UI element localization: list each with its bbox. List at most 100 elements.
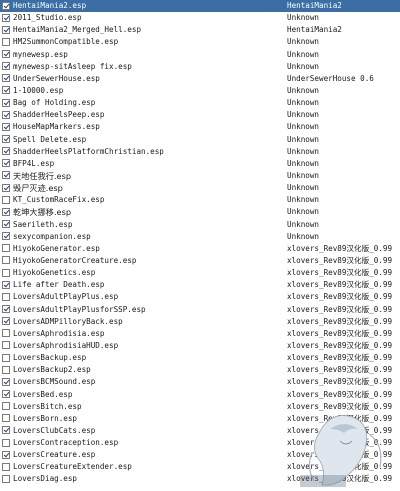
plugin-row[interactable]: sexycompanion.esp Unknown [0,231,400,243]
plugin-checkbox[interactable] [2,62,10,71]
plugin-checkbox[interactable] [2,426,10,435]
plugin-checkbox[interactable] [2,50,10,59]
plugin-author: Unknown [287,98,320,108]
plugin-checkbox[interactable] [2,98,10,107]
plugin-row[interactable]: LoversBed.esp xlovers_Rev89汉化版_0.99 [0,389,400,401]
plugin-row[interactable]: Spell Delete.esp Unknown [0,134,400,146]
plugin-row[interactable]: HentaiMania2.esp HentaiMania2 [0,0,400,13]
plugin-checkbox[interactable] [2,1,10,10]
plugin-row[interactable]: LoversAphrodisiaHUD.esp xlovers_Rev89汉化版_… [0,340,400,352]
plugin-row[interactable]: HiyokoGenerator.esp xlovers_Rev89汉化版_0.99 [0,243,400,255]
plugin-row[interactable]: LoversAdultPlayPlusforSSP.esp xlovers_Rev… [0,304,400,316]
plugin-checkbox[interactable] [2,317,10,326]
plugin-row[interactable]: LoversBCMSound.esp xlovers_Rev89汉化版_0.99 [0,376,400,388]
plugin-row[interactable]: Bag of Holding.esp Unknown [0,97,400,109]
plugin-checkbox[interactable] [2,474,10,483]
plugin-row[interactable]: ShadderHeelsPlatformChristian.esp Unknown [0,146,400,158]
plugin-checkbox[interactable] [2,207,10,216]
plugin-row[interactable]: HM2SummonCompatible.esp Unknown [0,36,400,48]
plugin-row[interactable]: LoversBackup2.esp xlovers_Rev89汉化版_0.99 [0,364,400,376]
plugin-checkbox[interactable] [2,280,10,289]
plugin-row[interactable]: BFP4L.esp Unknown [0,158,400,170]
plugin-name: mynewesp-sitAsleep fix.esp [13,61,132,71]
plugin-row[interactable]: HiyokoGeneratorCreature.esp xlovers_Rev89… [0,255,400,267]
plugin-row[interactable]: mynewesp.esp Unknown [0,49,400,61]
plugin-author: xlovers_Rev89汉化版_0.99 [287,280,393,290]
plugin-author: UnderSewerHouse 0.6 [287,73,374,83]
plugin-row[interactable]: HiyokoGenetics.esp xlovers_Rev89汉化版_0.99 [0,267,400,279]
plugin-row[interactable]: 毁尸灭迹.esp Unknown [0,182,400,194]
plugin-row[interactable]: 2011_Studio.esp Unknown [0,12,400,24]
plugin-checkbox[interactable] [2,86,10,95]
plugin-row[interactable]: 1-10000.esp Unknown [0,85,400,97]
plugin-checkbox[interactable] [2,220,10,229]
plugin-checkbox[interactable] [2,171,10,180]
plugin-checkbox[interactable] [2,159,10,168]
plugin-name: 乾坤大挪移.esp [13,207,72,218]
plugin-author: Unknown [287,183,320,193]
plugin-checkbox[interactable] [2,13,10,22]
plugin-checkbox[interactable] [2,195,10,204]
plugin-name: LoversBackup2.esp [13,365,91,375]
plugin-checkbox[interactable] [2,244,10,253]
plugin-row[interactable]: HouseMapMarkers.esp Unknown [0,121,400,133]
plugin-checkbox[interactable] [2,74,10,83]
plugin-row[interactable]: HentaiMania2_Merged_Hell.esp HentaiMania2 [0,24,400,36]
plugin-row[interactable]: LoversAphrodisia.esp xlovers_Rev89汉化版_0.9… [0,328,400,340]
plugin-author: xlovers_Rev89汉化版_0.99 [287,243,393,253]
plugin-row[interactable]: 天地任我行.esp Unknown [0,170,400,182]
plugin-checkbox[interactable] [2,305,10,314]
plugin-checkbox[interactable] [2,37,10,46]
plugin-checkbox[interactable] [2,135,10,144]
plugin-checkbox[interactable] [2,329,10,338]
plugin-row[interactable]: ShadderHeelsPeep.esp Unknown [0,109,400,121]
plugin-name: HiyokoGenetics.esp [13,268,96,278]
plugin-checkbox[interactable] [2,292,10,301]
plugin-checkbox[interactable] [2,414,10,423]
plugin-checkbox[interactable] [2,110,10,119]
plugin-checkbox[interactable] [2,450,10,459]
plugin-checkbox[interactable] [2,377,10,386]
plugin-name: LoversClubCats.esp [13,425,96,435]
plugin-row[interactable]: KT_CustomRaceFix.esp Unknown [0,194,400,206]
plugin-author: Unknown [287,158,320,168]
plugin-checkbox[interactable] [2,341,10,350]
plugin-author: Unknown [287,134,320,144]
plugin-checkbox[interactable] [2,462,10,471]
plugin-row[interactable]: 乾坤大挪移.esp Unknown [0,206,400,218]
anime-figure-icon [300,415,382,487]
plugin-checkbox[interactable] [2,232,10,241]
plugin-checkbox[interactable] [2,25,10,34]
plugin-row[interactable]: mynewesp-sitAsleep fix.esp Unknown [0,61,400,73]
plugin-checkbox[interactable] [2,268,10,277]
plugin-checkbox[interactable] [2,390,10,398]
plugin-checkbox[interactable] [2,438,10,447]
plugin-checkbox[interactable] [2,402,10,411]
plugin-checkbox[interactable] [2,147,10,156]
plugin-checkbox[interactable] [2,353,10,362]
plugin-row[interactable]: LoversADMPilloryBack.esp xlovers_Rev89汉化版… [0,316,400,328]
plugin-name: LoversAphrodisia.esp [13,328,105,338]
plugin-author: Unknown [287,207,320,217]
plugin-name: Saerileth.esp [13,219,73,229]
plugin-name: LoversCreature.esp [13,450,96,460]
plugin-row[interactable]: Saerileth.esp Unknown [0,219,400,231]
plugin-name: HentaiMania2_Merged_Hell.esp [13,25,142,35]
plugin-author: Unknown [287,170,320,180]
plugin-checkbox[interactable] [2,122,10,131]
plugin-row[interactable]: LoversAdultPlayPlus.esp xlovers_Rev89汉化版_… [0,291,400,303]
plugin-checkbox[interactable] [2,365,10,374]
plugin-name: LoversBitch.esp [13,401,82,411]
plugin-row[interactable]: Life after Death.esp xlovers_Rev89汉化版_0.9… [0,279,400,291]
plugin-name: mynewesp.esp [13,49,68,59]
plugin-author: xlovers_Rev89汉化版_0.99 [287,389,393,399]
plugin-author: xlovers_Rev89汉化版_0.99 [287,304,393,314]
plugin-name: sexycompanion.esp [13,231,91,241]
plugin-author: Unknown [287,61,320,71]
plugin-name: 2011_Studio.esp [13,13,82,23]
plugin-row[interactable]: UnderSewerHouse.esp UnderSewerHouse 0.6 [0,73,400,85]
plugin-checkbox[interactable] [2,183,10,192]
plugin-row[interactable]: LoversBackup.esp xlovers_Rev89汉化版_0.99 [0,352,400,364]
plugin-author: Unknown [287,146,320,156]
plugin-checkbox[interactable] [2,256,10,265]
